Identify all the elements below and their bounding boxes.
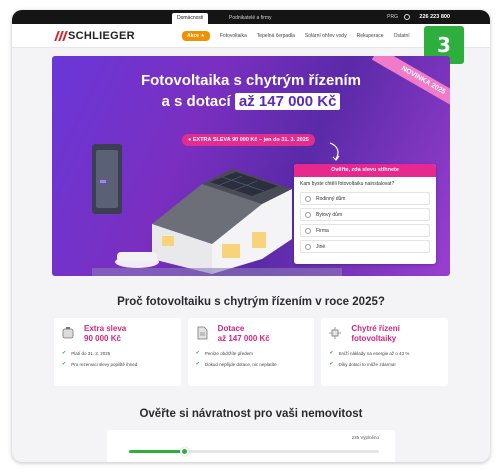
nav-item-rekuperace[interactable]: Rekuperace bbox=[357, 33, 384, 39]
card-title-value: až 147 000 Kč bbox=[217, 334, 270, 343]
survey-form: Ověřte, zda slevu stihnete Kam byste cht… bbox=[294, 164, 436, 264]
form-option-firma[interactable]: Firma bbox=[300, 224, 430, 237]
card-point: ✔ Díky dotaci to může zdarma! bbox=[329, 361, 396, 367]
radio-icon bbox=[305, 243, 311, 250]
nav-akce-button[interactable]: Akce ★ bbox=[182, 31, 210, 41]
radio-icon bbox=[305, 195, 311, 202]
why-section-title: Proč fotovoltaiku s chytrým řízením v ro… bbox=[117, 296, 385, 308]
card-title-value: 90 000 Kč bbox=[84, 334, 121, 343]
roi-progress-track bbox=[129, 447, 379, 456]
benefit-cards: Extra sleva 90 000 Kč ✔ Platí do 31. 3. 2… bbox=[54, 318, 449, 386]
nav-item-ostatni[interactable]: Ostatní bbox=[394, 33, 410, 39]
radio-icon bbox=[305, 211, 311, 218]
nav-items: Akce ★ Fotovoltaika Tepelná čerpadla Sol… bbox=[182, 24, 410, 48]
card-point: ✔ Peníze obdržíte předem bbox=[195, 350, 253, 356]
form-option-label: Rodinný dům bbox=[316, 195, 346, 202]
browser-frame: Domácnosti Podnikatelé a firmy PRG 226 2… bbox=[12, 10, 490, 462]
roi-progress-fill bbox=[129, 450, 184, 453]
phone-number[interactable]: 226 223 800 bbox=[419, 13, 450, 22]
card-title-value: fotovoltaiky bbox=[351, 334, 397, 343]
document-icon bbox=[197, 326, 208, 340]
extra-sleva-text: EXTRA SLEVA 90 000 Kč – jen do 31. 3. 20… bbox=[192, 137, 309, 143]
form-option-label: Bytový dům bbox=[316, 211, 343, 218]
form-option-rodinny-dum[interactable]: Rodinný dům bbox=[300, 192, 430, 205]
nav-item-fotovoltaika[interactable]: Fotovoltaika bbox=[220, 33, 247, 39]
form-question: Kam byste chtěli fotovoltaiku nainstalov… bbox=[300, 181, 395, 187]
hero-title-highlight: až 147 000 Kč bbox=[234, 93, 341, 110]
check-icon: ✔ bbox=[329, 361, 334, 367]
nav-item-solarni-ohrev[interactable]: Solární ohřev vody bbox=[305, 33, 347, 39]
language-selector[interactable]: PRG bbox=[387, 13, 398, 22]
tab-business[interactable]: Podnikatelé a firmy bbox=[224, 13, 277, 24]
form-header: Ověřte, zda slevu stihnete bbox=[294, 164, 436, 177]
main-nav: SCHLIEGER Akce ★ Fotovoltaika Tepelná če… bbox=[12, 24, 490, 48]
form-option-bytovy-dum[interactable]: Bytový dům bbox=[300, 208, 430, 221]
benefit-card-dotace: Dotace až 147 000 Kč ✔ Peníze obdržíte př… bbox=[187, 318, 315, 386]
check-icon: ✔ bbox=[329, 350, 334, 356]
radio-icon bbox=[305, 227, 311, 234]
top-bar: Domácnosti Podnikatelé a firmy PRG 226 2… bbox=[12, 10, 490, 24]
roi-slider-handle[interactable] bbox=[179, 447, 189, 456]
logo-text: SCHLIEGER bbox=[68, 30, 135, 42]
roi-progress-label: 235 Vyplněno bbox=[351, 435, 379, 440]
form-option-jine[interactable]: Jiné bbox=[300, 240, 430, 253]
hero-title-prefix: a s dotací bbox=[161, 93, 235, 110]
roi-calculator: 235 Vyplněno bbox=[107, 430, 395, 462]
card-point: ✔ Pro rezervaci slevy popiště ihned bbox=[62, 361, 138, 367]
check-icon: ✔ bbox=[195, 350, 200, 356]
piggy-bank-icon bbox=[62, 327, 74, 339]
nav-akce-label: Akce bbox=[187, 33, 199, 39]
card-title: Dotace bbox=[217, 324, 245, 333]
form-option-label: Jiné bbox=[316, 243, 326, 250]
hero-title-line1: Fotovoltaika s chytrým řízením bbox=[140, 72, 362, 89]
card-title: Chytré řízení bbox=[351, 324, 400, 333]
card-point: ✔ Platí do 31. 3. 2025 bbox=[62, 350, 111, 356]
card-title: Extra sleva bbox=[84, 324, 127, 333]
card-point: ✔ Dokud nepřijde dotace, nic neplatíte bbox=[195, 361, 277, 367]
chip-icon bbox=[329, 327, 342, 339]
hero-title-line2: a s dotací až 147 000 Kč bbox=[52, 91, 450, 112]
tab-households[interactable]: Domácnosti bbox=[172, 13, 209, 24]
check-icon: ✔ bbox=[195, 361, 200, 367]
form-option-label: Firma bbox=[316, 227, 329, 234]
hero-title: Fotovoltaika s chytrým řízením a s dotac… bbox=[52, 70, 450, 112]
roi-section-title: Ověřte si návratnost pro vaši nemovitost bbox=[139, 408, 363, 420]
card-point: ✔ Sníží náklady na energie až o 43 % bbox=[329, 350, 410, 356]
phone-icon bbox=[404, 14, 410, 20]
benefit-card-sleva: Extra sleva 90 000 Kč ✔ Platí do 31. 3. 2… bbox=[54, 318, 181, 386]
check-icon: ✔ bbox=[62, 350, 67, 356]
hero-banner: NOVINKA 2025 Fotovoltaika s chytrým říze… bbox=[52, 56, 450, 276]
logo[interactable]: SCHLIEGER bbox=[54, 29, 135, 43]
nav-item-tepelna-cerpadla[interactable]: Tepelná čerpadla bbox=[257, 33, 295, 39]
benefit-card-rizeni: Chytré řízení fotovoltaiky ✔ Sníží náklad… bbox=[321, 318, 449, 386]
check-icon: ✔ bbox=[62, 361, 67, 367]
logo-mark-icon bbox=[54, 31, 68, 41]
